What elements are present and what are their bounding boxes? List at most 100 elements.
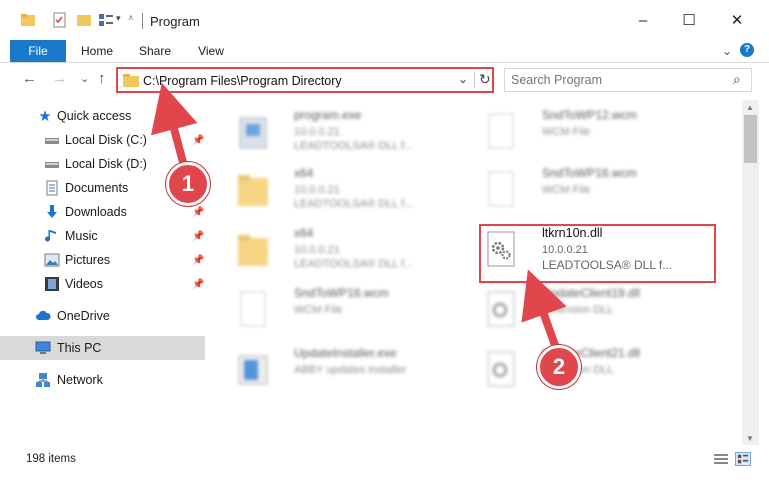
- search-box[interactable]: ⌕: [504, 68, 752, 92]
- document-icon: [240, 291, 266, 327]
- ribbon-tabs: File Home Share View ⌄ ?: [0, 40, 769, 63]
- nav-label: Pictures: [65, 253, 111, 267]
- dll-gear-icon: [487, 291, 515, 327]
- tab-home[interactable]: Home: [74, 40, 120, 62]
- maximize-icon: ☐: [682, 12, 696, 29]
- document-icon: [488, 171, 514, 207]
- tab-file[interactable]: File: [10, 40, 66, 62]
- folder-icon: [123, 74, 139, 87]
- maximize-button[interactable]: ☐: [666, 0, 712, 40]
- dll-gear-icon: [487, 351, 515, 387]
- help-icon[interactable]: ?: [740, 43, 754, 57]
- file-highlight-box: [479, 224, 716, 283]
- cloud-icon: [36, 310, 51, 320]
- nav-item-network[interactable]: Network: [0, 368, 205, 392]
- file-tile[interactable]: SndToWP12.wcm WCM File: [476, 106, 716, 164]
- minimize-button[interactable]: –: [620, 0, 666, 40]
- nav-label: Music: [65, 229, 98, 243]
- file-name: x64: [294, 226, 314, 240]
- pin-icon[interactable]: 📌: [192, 207, 204, 218]
- expand-ribbon-icon[interactable]: ⌄: [722, 44, 732, 58]
- back-icon[interactable]: ←: [22, 70, 37, 87]
- file-tile[interactable]: UpdateClient21.dll Extension DLL: [476, 344, 716, 402]
- file-type: WCM File: [294, 304, 343, 316]
- status-bar: 198 items: [0, 447, 769, 471]
- recent-locations-icon[interactable]: ⌄: [80, 72, 89, 85]
- vertical-scrollbar[interactable]: ▲ ▼: [742, 100, 759, 445]
- search-icon[interactable]: ⌕: [733, 71, 741, 88]
- tiles-view-icon[interactable]: [735, 452, 751, 466]
- search-input[interactable]: [511, 71, 721, 89]
- nav-item-pictures[interactable]: Pictures 📌: [0, 248, 205, 272]
- minimize-icon: –: [638, 11, 648, 29]
- nav-item-this-pc[interactable]: This PC: [0, 336, 205, 360]
- nav-item-videos[interactable]: Videos 📌: [0, 272, 205, 296]
- file-description: LEADTOOLSA® DLL f...: [294, 140, 414, 152]
- up-icon[interactable]: ↑: [98, 70, 106, 87]
- title-bar: ▾ ⩡ Program – ☐ ✕: [0, 0, 769, 40]
- file-tile[interactable]: SndToWP16.wcm WCM File: [476, 164, 716, 222]
- file-description: LEADTOOLSA® DLL f...: [294, 198, 414, 210]
- file-tile[interactable]: UpdateInstaller.exe ABBY updates install…: [228, 344, 468, 402]
- file-name: program.exe: [294, 108, 362, 122]
- file-type: WCM File: [542, 184, 591, 196]
- nav-item-local-disk-c[interactable]: Local Disk (C:) 📌: [0, 128, 205, 152]
- nav-label: OneDrive: [57, 309, 110, 323]
- pin-icon[interactable]: 📌: [192, 279, 204, 290]
- file-name: x64: [294, 166, 314, 180]
- file-name: UpdateInstaller.exe: [294, 346, 397, 360]
- folder-icon: [238, 175, 268, 206]
- document-icon: [488, 113, 514, 149]
- computer-icon: [35, 341, 51, 354]
- nav-item-music[interactable]: Music 📌: [0, 224, 205, 248]
- scroll-down-icon[interactable]: ▼: [746, 434, 754, 443]
- forward-icon[interactable]: →: [52, 70, 67, 87]
- file-tile[interactable]: SndToWP16.wcm WCM File: [228, 284, 468, 342]
- pictures-icon: [44, 253, 60, 267]
- address-dropdown-icon[interactable]: ⌄: [458, 72, 468, 86]
- item-count: 198 items: [26, 453, 76, 465]
- callout-1: 1: [166, 162, 210, 206]
- star-icon: ★: [38, 108, 52, 125]
- tab-share[interactable]: Share: [132, 40, 178, 62]
- nav-item-onedrive[interactable]: OneDrive: [0, 304, 205, 328]
- file-tile[interactable]: UpdateClient19.dll Extension DLL: [476, 284, 716, 342]
- nav-label: This PC: [57, 341, 102, 355]
- nav-item-downloads[interactable]: Downloads 📌: [0, 200, 205, 224]
- file-type: Extension DLL: [542, 304, 614, 316]
- qat-menu-icon[interactable]: ⩡: [128, 13, 134, 24]
- nav-label: Local Disk (C:): [65, 133, 147, 147]
- file-name: UpdateClient19.dll: [542, 286, 641, 300]
- file-version: 10.0.0.21: [294, 126, 340, 138]
- details-view-icon[interactable]: [714, 453, 728, 465]
- file-tile[interactable]: x64 10.0.0.21 LEADTOOLSA® DLL f...: [228, 164, 468, 222]
- refresh-icon[interactable]: ↻: [474, 71, 491, 88]
- nav-item-quick-access[interactable]: ★ Quick access: [0, 104, 205, 128]
- folder-icon: [21, 14, 35, 26]
- file-name: SndToWP12.wcm: [542, 108, 637, 122]
- drive-icon: [45, 138, 59, 144]
- title-separator: [142, 13, 143, 29]
- pin-icon[interactable]: 📌: [192, 135, 204, 146]
- download-icon: [47, 205, 57, 218]
- pin-icon[interactable]: 📌: [192, 231, 204, 242]
- nav-label: Documents: [65, 181, 129, 195]
- videos-icon: [45, 277, 59, 291]
- customize-toolbar-icon[interactable]: ▾: [116, 13, 121, 24]
- file-tile[interactable]: x64 10.0.0.21 LEADTOOLSA® DLL f...: [228, 224, 468, 282]
- file-tile[interactable]: program.exe 10.0.0.21 LEADTOOLSA® DLL f.…: [228, 106, 468, 164]
- nav-label: Network: [57, 373, 103, 387]
- view-options-icon[interactable]: [98, 12, 114, 28]
- installer-icon: [239, 117, 267, 149]
- scrollbar-thumb[interactable]: [744, 115, 757, 163]
- network-icon: [36, 373, 50, 387]
- address-path: C:\Program Files\Program Directory: [143, 74, 342, 88]
- new-folder-icon[interactable]: [76, 12, 92, 28]
- address-bar[interactable]: C:\Program Files\Program Directory ⌄ ↻: [116, 67, 494, 93]
- pin-icon[interactable]: 📌: [192, 255, 204, 266]
- properties-icon[interactable]: [52, 12, 68, 28]
- music-icon: [45, 230, 56, 242]
- close-button[interactable]: ✕: [714, 0, 760, 40]
- scroll-up-icon[interactable]: ▲: [746, 103, 754, 112]
- tab-view[interactable]: View: [190, 40, 232, 62]
